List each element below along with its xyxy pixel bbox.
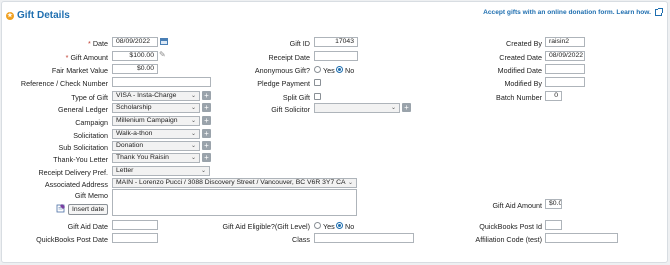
quickbooks-post-date-label: QuickBooks Post Date	[36, 235, 108, 244]
external-link-icon[interactable]	[655, 8, 663, 16]
modified-date-field	[545, 64, 585, 74]
receipt-delivery-label: Receipt Delivery Pref.	[38, 168, 108, 177]
chevron-down-icon: ⌄	[190, 93, 196, 99]
accept-gifts-link[interactable]: Accept gifts with an online donation for…	[483, 8, 663, 16]
date-label: * Date	[88, 39, 108, 48]
chevron-down-icon: ⌄	[200, 168, 206, 174]
gift-id-field: 17043	[314, 37, 358, 47]
batch-number-field[interactable]: 0	[545, 91, 562, 101]
created-by-field: raisin2	[545, 37, 585, 47]
add-solicitor-button[interactable]: +	[402, 103, 411, 112]
gift-solicitor-select[interactable]: ⌄	[314, 103, 400, 113]
created-date-field: 08/09/2022	[545, 51, 585, 61]
accept-gifts-link-text[interactable]: Accept gifts with an online donation for…	[483, 9, 651, 16]
page-title-text: Gift Details	[17, 10, 70, 21]
anonymous-gift-label: Anonymous Gift?	[254, 66, 310, 75]
pledge-payment-label: Pledge Payment	[257, 79, 310, 88]
notepad-icon	[56, 204, 65, 213]
gift-aid-no-label: No	[345, 222, 355, 231]
reference-field[interactable]	[112, 77, 211, 87]
created-by-label: Created By	[506, 39, 542, 48]
fair-market-value-label: Fair Market Value	[51, 66, 108, 75]
thank-you-letter-select[interactable]: Thank You Raisin ⌄	[112, 153, 200, 163]
gift-aid-eligible-label: Gift Aid Eligible?(Gift Level)	[222, 222, 311, 231]
anonymous-no-label: No	[345, 66, 355, 75]
batch-number-label: Batch Number	[496, 93, 542, 102]
chevron-down-icon: ⌄	[190, 118, 196, 124]
created-date-label: Created Date	[499, 53, 542, 62]
receipt-date-field[interactable]	[314, 51, 358, 61]
general-ledger-label: General Ledger	[58, 105, 108, 114]
solicitation-select[interactable]: Walk-a-thon ⌄	[112, 129, 200, 139]
chevron-down-icon: ⌄	[190, 105, 196, 111]
info-badge-icon: ★	[6, 11, 14, 20]
reference-label: Reference / Check Number	[20, 79, 108, 88]
gift-amount-field[interactable]: $100.00	[112, 51, 158, 61]
associated-address-select[interactable]: MAIN - Lorenzo Pucci / 3088 Discovery St…	[112, 178, 357, 188]
receipt-delivery-select[interactable]: Letter ⌄	[112, 166, 210, 176]
add-thank-you-button[interactable]: +	[202, 153, 211, 162]
type-of-gift-select[interactable]: VISA - Insta-Charge ⌄	[112, 91, 200, 101]
sub-solicitation-label: Sub Solicitation	[58, 143, 108, 152]
gift-aid-date-label: Gift Aid Date	[67, 222, 108, 231]
general-ledger-select[interactable]: Scholarship ⌄	[112, 103, 200, 113]
receipt-date-label: Receipt Date	[268, 53, 310, 62]
chevron-down-icon: ⌄	[190, 143, 196, 149]
quickbooks-post-id-label: QuickBooks Post Id	[479, 222, 542, 231]
modified-by-field	[545, 77, 585, 87]
type-of-gift-label: Type of Gift	[71, 93, 108, 102]
calendar-icon[interactable]	[160, 38, 168, 45]
insert-date-button[interactable]: Insert date	[68, 204, 109, 215]
gift-memo-label: Gift Memo	[74, 191, 108, 200]
quickbooks-post-id-field[interactable]	[545, 220, 562, 230]
associated-address-label: Associated Address	[44, 180, 108, 189]
anonymous-yes-label: Yes	[323, 66, 335, 75]
page-title: ★ Gift Details	[6, 10, 70, 21]
campaign-label: Campaign	[75, 118, 108, 127]
modified-by-label: Modified By	[504, 79, 542, 88]
add-campaign-button[interactable]: +	[202, 116, 211, 125]
pledge-payment-checkbox[interactable]	[314, 79, 321, 86]
gift-aid-yes-radio[interactable]	[314, 222, 321, 229]
gift-memo-textarea[interactable]	[112, 189, 357, 216]
affiliation-code-field[interactable]	[545, 233, 618, 243]
sub-solicitation-select[interactable]: Donation ⌄	[112, 141, 200, 151]
campaign-select[interactable]: Millenium Campaign ⌄	[112, 116, 200, 126]
add-solicitation-button[interactable]: +	[202, 129, 211, 138]
gift-aid-amount-label: Gift Aid Amount	[492, 201, 542, 210]
affiliation-code-label: Affiliation Code (test)	[475, 235, 542, 244]
gift-aid-no-radio[interactable]	[336, 222, 343, 229]
split-gift-label: Split Gift	[282, 93, 310, 102]
gift-id-label: Gift ID	[289, 39, 310, 48]
chevron-down-icon: ⌄	[190, 155, 196, 161]
gift-aid-amount-field[interactable]: $0.00	[545, 199, 562, 209]
add-sub-solicitation-button[interactable]: +	[202, 141, 211, 150]
solicitation-label: Solicitation	[73, 131, 108, 140]
gift-aid-yes-label: Yes	[323, 222, 335, 231]
gift-solicitor-label: Gift Solicitor	[271, 105, 310, 114]
date-field[interactable]: 08/09/2022	[112, 37, 158, 47]
chevron-down-icon: ⌄	[390, 105, 396, 111]
chevron-down-icon: ⌄	[347, 180, 353, 186]
quickbooks-post-date-field[interactable]	[112, 233, 158, 243]
gift-aid-date-field[interactable]	[112, 220, 158, 230]
modified-date-label: Modified Date	[497, 66, 542, 75]
class-field[interactable]	[314, 233, 414, 243]
class-label: Class	[292, 235, 310, 244]
fair-market-value-field[interactable]: $0.00	[112, 64, 158, 74]
anonymous-yes-radio[interactable]	[314, 66, 321, 73]
anonymous-no-radio[interactable]	[336, 66, 343, 73]
split-gift-checkbox[interactable]	[314, 93, 321, 100]
add-ledger-button[interactable]: +	[202, 103, 211, 112]
pencil-icon[interactable]: ✎	[159, 50, 166, 59]
thank-you-letter-label: Thank-You Letter	[53, 155, 108, 164]
gift-amount-label: * Gift Amount	[65, 53, 108, 62]
add-type-button[interactable]: +	[202, 91, 211, 100]
chevron-down-icon: ⌄	[190, 131, 196, 137]
